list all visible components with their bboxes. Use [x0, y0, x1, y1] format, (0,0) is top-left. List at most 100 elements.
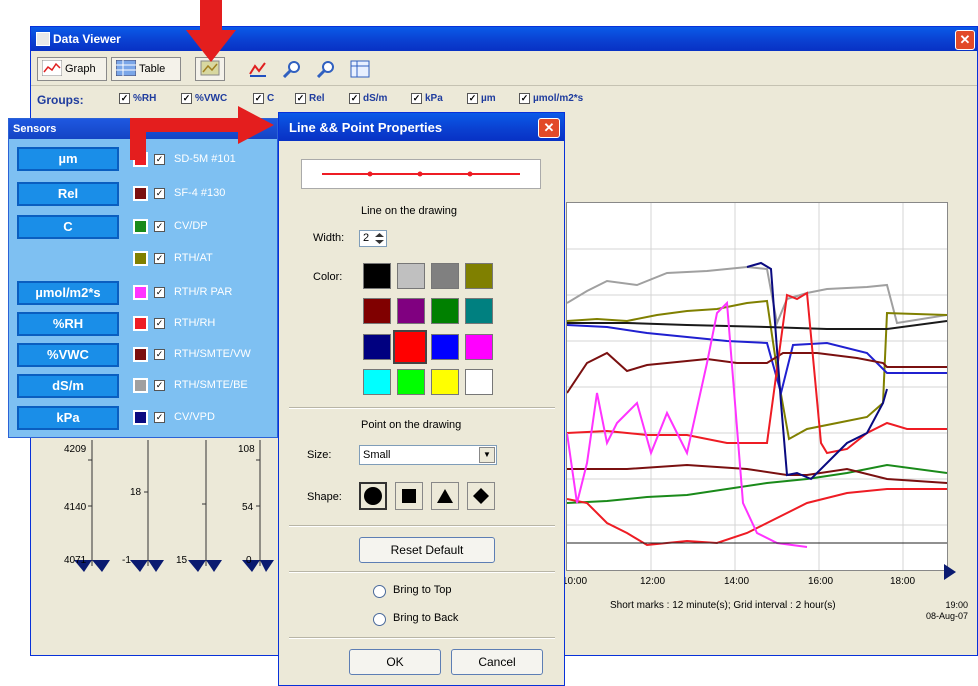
group-checkbox-c[interactable]: ✓ C	[253, 93, 274, 104]
shape-circle-button[interactable]	[359, 482, 387, 510]
group-checkbox-rel[interactable]: ✓ Rel	[295, 93, 325, 104]
sensor-checkbox[interactable]: ✓	[154, 286, 165, 298]
color-swatch-green[interactable]	[431, 298, 459, 324]
shape-square-button[interactable]	[395, 482, 423, 510]
checkbox[interactable]: ✓	[295, 93, 306, 104]
size-value: Small	[363, 449, 391, 461]
sensor-checkbox[interactable]: ✓	[154, 252, 165, 264]
sensor-row[interactable]: ✓ RTH/SMTE/VW	[133, 343, 251, 365]
group-button-c[interactable]: C	[17, 215, 119, 239]
color-swatch-olive[interactable]	[465, 263, 493, 289]
sensors-title: Sensors	[13, 123, 57, 135]
dropdown-arrow-icon[interactable]: ▼	[479, 447, 495, 463]
chart-icon	[248, 60, 268, 78]
shape-diamond-button[interactable]	[467, 482, 495, 510]
reset-default-button[interactable]: Reset Default	[359, 537, 495, 563]
dialog-close-button[interactable]: ✕	[538, 118, 560, 138]
sensor-checkbox[interactable]: ✓	[154, 379, 165, 391]
color-swatch-red-selected[interactable]	[393, 330, 427, 364]
sensor-row[interactable]: ✓ RTH/AT	[133, 247, 213, 269]
sensor-checkbox[interactable]: ✓	[154, 220, 165, 232]
sensor-color-swatch[interactable]	[133, 377, 148, 393]
group-button-dsm[interactable]: dS/m	[17, 374, 119, 398]
color-swatch-magenta[interactable]	[465, 334, 493, 360]
zoom-in-button[interactable]	[279, 57, 305, 81]
color-swatch-gray[interactable]	[431, 263, 459, 289]
sensor-row[interactable]: ✓ RTH/R PAR	[133, 281, 232, 303]
graph-lines	[566, 203, 948, 570]
sensor-checkbox[interactable]: ✓	[154, 317, 165, 329]
color-swatch-silver[interactable]	[397, 263, 425, 289]
color-swatch-yellow[interactable]	[431, 369, 459, 395]
color-swatch-white[interactable]	[465, 369, 493, 395]
ok-button[interactable]: OK	[349, 649, 441, 675]
group-button-rh[interactable]: %RH	[17, 312, 119, 336]
sensor-row[interactable]: ✓ RTH/RH	[133, 312, 215, 334]
color-swatch-cyan[interactable]	[363, 369, 391, 395]
checkbox[interactable]: ✓	[349, 93, 360, 104]
sensor-color-swatch[interactable]	[133, 315, 148, 331]
dialog-title-bar: Line && Point Properties ✕	[279, 113, 564, 141]
sensor-row[interactable]: ✓ RTH/SMTE/BE	[133, 374, 248, 396]
checkbox[interactable]: ✓	[119, 93, 130, 104]
sensor-color-swatch[interactable]	[133, 185, 148, 201]
sensor-row[interactable]: ✓ SF-4 #130	[133, 182, 225, 204]
color-swatch-black[interactable]	[363, 263, 391, 289]
close-button[interactable]: ✕	[955, 30, 975, 50]
color-swatch-maroon[interactable]	[363, 298, 391, 324]
group-button-rel[interactable]: Rel	[17, 182, 119, 206]
axis-label: 4209	[64, 444, 87, 455]
checkbox[interactable]: ✓	[411, 93, 422, 104]
spinner-arrows-icon[interactable]	[374, 232, 385, 245]
sensor-checkbox[interactable]: ✓	[154, 411, 165, 423]
group-label: kPa	[425, 93, 443, 105]
group-button-kpa[interactable]: kPa	[17, 406, 119, 430]
sensor-color-swatch[interactable]	[133, 284, 148, 300]
bring-to-top-label: Bring to Top	[393, 584, 452, 596]
axis-label: -1	[122, 555, 131, 566]
bring-to-top-radio[interactable]	[373, 585, 386, 598]
size-select[interactable]: Small ▼	[359, 445, 497, 465]
end-time: 19:00 08-Aug-07	[926, 600, 968, 622]
graph-button[interactable]: Graph	[37, 57, 107, 81]
checkbox[interactable]: ✓	[519, 93, 530, 104]
checkbox[interactable]: ✓	[181, 93, 192, 104]
group-checkbox-um[interactable]: ✓ µm	[467, 93, 496, 104]
group-button-umol[interactable]: µmol/m2*s	[17, 281, 119, 305]
sensor-checkbox[interactable]: ✓	[154, 187, 165, 199]
bring-to-back-radio[interactable]	[373, 613, 386, 626]
color-swatch-blue[interactable]	[431, 334, 459, 360]
sensor-color-swatch[interactable]	[133, 218, 148, 234]
triangle-icon	[437, 489, 453, 503]
checkbox[interactable]: ✓	[467, 93, 478, 104]
sensor-row[interactable]: ✓ CV/DP	[133, 215, 208, 237]
table-button[interactable]: Table	[111, 57, 181, 81]
group-button-vwc[interactable]: %VWC	[17, 343, 119, 367]
sensor-color-swatch[interactable]	[133, 409, 148, 425]
group-checkbox-dsm[interactable]: ✓ dS/m	[349, 93, 387, 104]
chart-button[interactable]	[245, 57, 271, 81]
sensor-color-swatch[interactable]	[133, 346, 148, 362]
color-swatch-teal[interactable]	[465, 298, 493, 324]
zoom-out-button[interactable]	[313, 57, 339, 81]
color-swatch-lime[interactable]	[397, 369, 425, 395]
checkbox[interactable]: ✓	[253, 93, 264, 104]
group-checkbox-rh[interactable]: ✓ %RH	[119, 93, 156, 104]
group-button-um[interactable]: µm	[17, 147, 119, 171]
color-swatch-navy[interactable]	[363, 334, 391, 360]
sensor-color-swatch[interactable]	[133, 250, 148, 266]
group-checkbox-vwc[interactable]: ✓ %VWC	[181, 93, 227, 104]
color-swatch-purple[interactable]	[397, 298, 425, 324]
group-checkbox-kpa[interactable]: ✓ kPa	[411, 93, 443, 104]
sensor-row[interactable]: ✓ CV/VPD	[133, 406, 215, 428]
grid-button[interactable]	[347, 57, 373, 81]
graph-plot-area[interactable]	[566, 202, 948, 571]
table-icon	[115, 59, 137, 78]
group-checkbox-umol[interactable]: ✓ µmol/m2*s	[519, 93, 583, 104]
zoom-in-icon	[282, 60, 302, 79]
group-label: %RH	[133, 93, 157, 105]
sensor-checkbox[interactable]: ✓	[154, 348, 165, 360]
width-spinner[interactable]: 2	[359, 230, 387, 247]
cancel-button[interactable]: Cancel	[451, 649, 543, 675]
shape-triangle-button[interactable]	[431, 482, 459, 510]
